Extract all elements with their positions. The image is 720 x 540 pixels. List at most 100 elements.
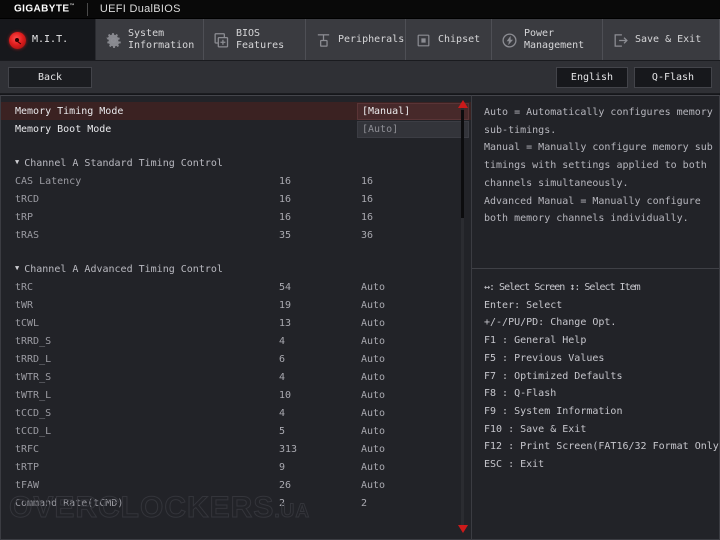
row-label: tRRD_L [15, 354, 51, 365]
row-value-setting[interactable]: 16 [361, 212, 373, 223]
help-description-line: Manual = Manually configure memory sub [484, 139, 709, 157]
shortcut-line: ESC : Exit [484, 456, 709, 474]
brand-subtitle: UEFI DualBIOS [100, 3, 181, 15]
table-row[interactable]: tFAW 26 Auto [1, 476, 471, 494]
setting-row-memory-timing-mode[interactable]: Memory Timing Mode [Manual] [1, 102, 471, 120]
row-label: tCWL [15, 318, 39, 329]
chip-plus-icon [212, 31, 230, 49]
row-label: CAS Latency [15, 176, 81, 187]
table-row[interactable]: tWTR_L 10 Auto [1, 386, 471, 404]
row-value-setting[interactable]: Auto [361, 444, 385, 455]
table-row[interactable]: tRCD 16 16 [1, 190, 471, 208]
row-value-current: 2 [279, 498, 285, 509]
shortcut-line: F7 : Optimized Defaults [484, 368, 709, 386]
qflash-button[interactable]: Q-Flash [634, 67, 712, 88]
gigabyte-logo-text: GIGABYTE [14, 4, 69, 15]
table-row[interactable]: tRC 54 Auto [1, 278, 471, 296]
setting-row-memory-boot-mode[interactable]: Memory Boot Mode [Auto] [1, 120, 471, 138]
row-value-setting[interactable]: Auto [361, 390, 385, 401]
row-value-setting[interactable]: Auto [361, 336, 385, 347]
row-label: tWTR_L [15, 390, 51, 401]
tab-system-information[interactable]: System Information [96, 19, 204, 60]
brand-divider [87, 3, 88, 16]
table-row[interactable]: tRP 16 16 [1, 208, 471, 226]
tab-peripherals-label: Peripherals [338, 34, 404, 46]
setting-value-dropdown[interactable]: [Manual] [357, 103, 469, 120]
tab-save-and-exit[interactable]: Save & Exit [603, 19, 720, 60]
setting-label: Memory Boot Mode [15, 124, 111, 135]
power-bolt-icon [500, 31, 518, 49]
row-value-setting[interactable]: Auto [361, 354, 385, 365]
row-label: tWR [15, 300, 33, 311]
main-tab-strip: M.I.T. System Information BIOS Features [0, 19, 720, 61]
tab-power-management[interactable]: Power Management [492, 19, 603, 60]
row-label: tRTP [15, 462, 39, 473]
row-value-setting[interactable]: Auto [361, 408, 385, 419]
row-value-current: 6 [279, 354, 285, 365]
row-label: tRC [15, 282, 33, 293]
back-button[interactable]: Back [8, 67, 92, 88]
section-title: Channel A Advanced Timing Control [24, 264, 223, 275]
row-label: tRFC [15, 444, 39, 455]
row-value-setting[interactable]: Auto [361, 318, 385, 329]
table-row[interactable]: tWR 19 Auto [1, 296, 471, 314]
setting-label: Memory Timing Mode [15, 106, 123, 117]
table-row[interactable]: tRAS 35 36 [1, 226, 471, 244]
shortcut-line: F10 : Save & Exit [484, 421, 709, 439]
tab-chipset-label: Chipset [438, 34, 480, 46]
tab-bios-features-label: BIOS Features [236, 28, 284, 52]
row-value-current: 13 [279, 318, 291, 329]
tab-power-management-label: Power Management [524, 28, 584, 52]
scroll-up-arrow-icon[interactable] [458, 100, 468, 108]
row-value-setting[interactable]: Auto [361, 372, 385, 383]
tab-peripherals[interactable]: Peripherals [306, 19, 406, 60]
row-value-setting[interactable]: Auto [361, 300, 385, 311]
row-value-setting[interactable]: Auto [361, 282, 385, 293]
row-value-current: 54 [279, 282, 291, 293]
row-label: tRP [15, 212, 33, 223]
chevron-down-icon: ▼ [15, 264, 19, 272]
row-value-current: 35 [279, 230, 291, 241]
help-description-line: both memory channels individually. [484, 210, 709, 228]
table-row[interactable]: tCCD_S 4 Auto [1, 404, 471, 422]
table-row[interactable]: tCWL 13 Auto [1, 314, 471, 332]
scroll-down-arrow-icon[interactable] [458, 525, 468, 533]
tab-bios-features[interactable]: BIOS Features [204, 19, 306, 60]
tab-mit[interactable]: M.I.T. [0, 19, 96, 60]
table-row[interactable]: tRFC 313 Auto [1, 440, 471, 458]
row-value-current: 26 [279, 480, 291, 491]
row-label: tFAW [15, 480, 39, 491]
help-pane: Auto = Automatically configures memory s… [472, 95, 720, 540]
section-header-channel-a-advanced[interactable]: ▼ Channel A Advanced Timing Control [1, 260, 471, 278]
row-label: tWTR_S [15, 372, 51, 383]
language-button[interactable]: English [556, 67, 628, 88]
shortcut-line: F8 : Q-Flash [484, 385, 709, 403]
tab-chipset[interactable]: Chipset [406, 19, 492, 60]
table-row[interactable]: CAS Latency 16 16 [1, 172, 471, 190]
row-value-setting[interactable]: 16 [361, 176, 373, 187]
settings-pane: Memory Timing Mode [Manual] Memory Boot … [0, 95, 472, 540]
row-value-setting[interactable]: 36 [361, 230, 373, 241]
action-bar: Back English Q-Flash [0, 61, 720, 94]
gigabyte-logo: GIGABYTE™ [14, 3, 75, 14]
row-value-setting[interactable]: 16 [361, 194, 373, 205]
table-row[interactable]: tCCD_L 5 Auto [1, 422, 471, 440]
gear-icon [104, 31, 122, 49]
row-value-setting[interactable]: Auto [361, 462, 385, 473]
section-title: Channel A Standard Timing Control [24, 158, 223, 169]
setting-value-dropdown[interactable]: [Auto] [357, 121, 469, 138]
table-row[interactable]: tRRD_L 6 Auto [1, 350, 471, 368]
table-row[interactable]: tRTP 9 Auto [1, 458, 471, 476]
row-value-setting[interactable]: 2 [361, 498, 367, 509]
table-row[interactable]: tRRD_S 4 Auto [1, 332, 471, 350]
row-value-setting[interactable]: Auto [361, 480, 385, 491]
scrollbar-thumb[interactable] [461, 110, 464, 218]
row-value-setting[interactable]: Auto [361, 426, 385, 437]
table-row[interactable]: tWTR_S 4 Auto [1, 368, 471, 386]
row-label: tCCD_S [15, 408, 51, 419]
chevron-down-icon: ▼ [15, 158, 19, 166]
table-row[interactable]: Command Rate(tCMD) 2 2 [1, 494, 471, 512]
spacer [1, 244, 471, 260]
tab-mit-label: M.I.T. [32, 34, 68, 46]
section-header-channel-a-standard[interactable]: ▼ Channel A Standard Timing Control [1, 154, 471, 172]
